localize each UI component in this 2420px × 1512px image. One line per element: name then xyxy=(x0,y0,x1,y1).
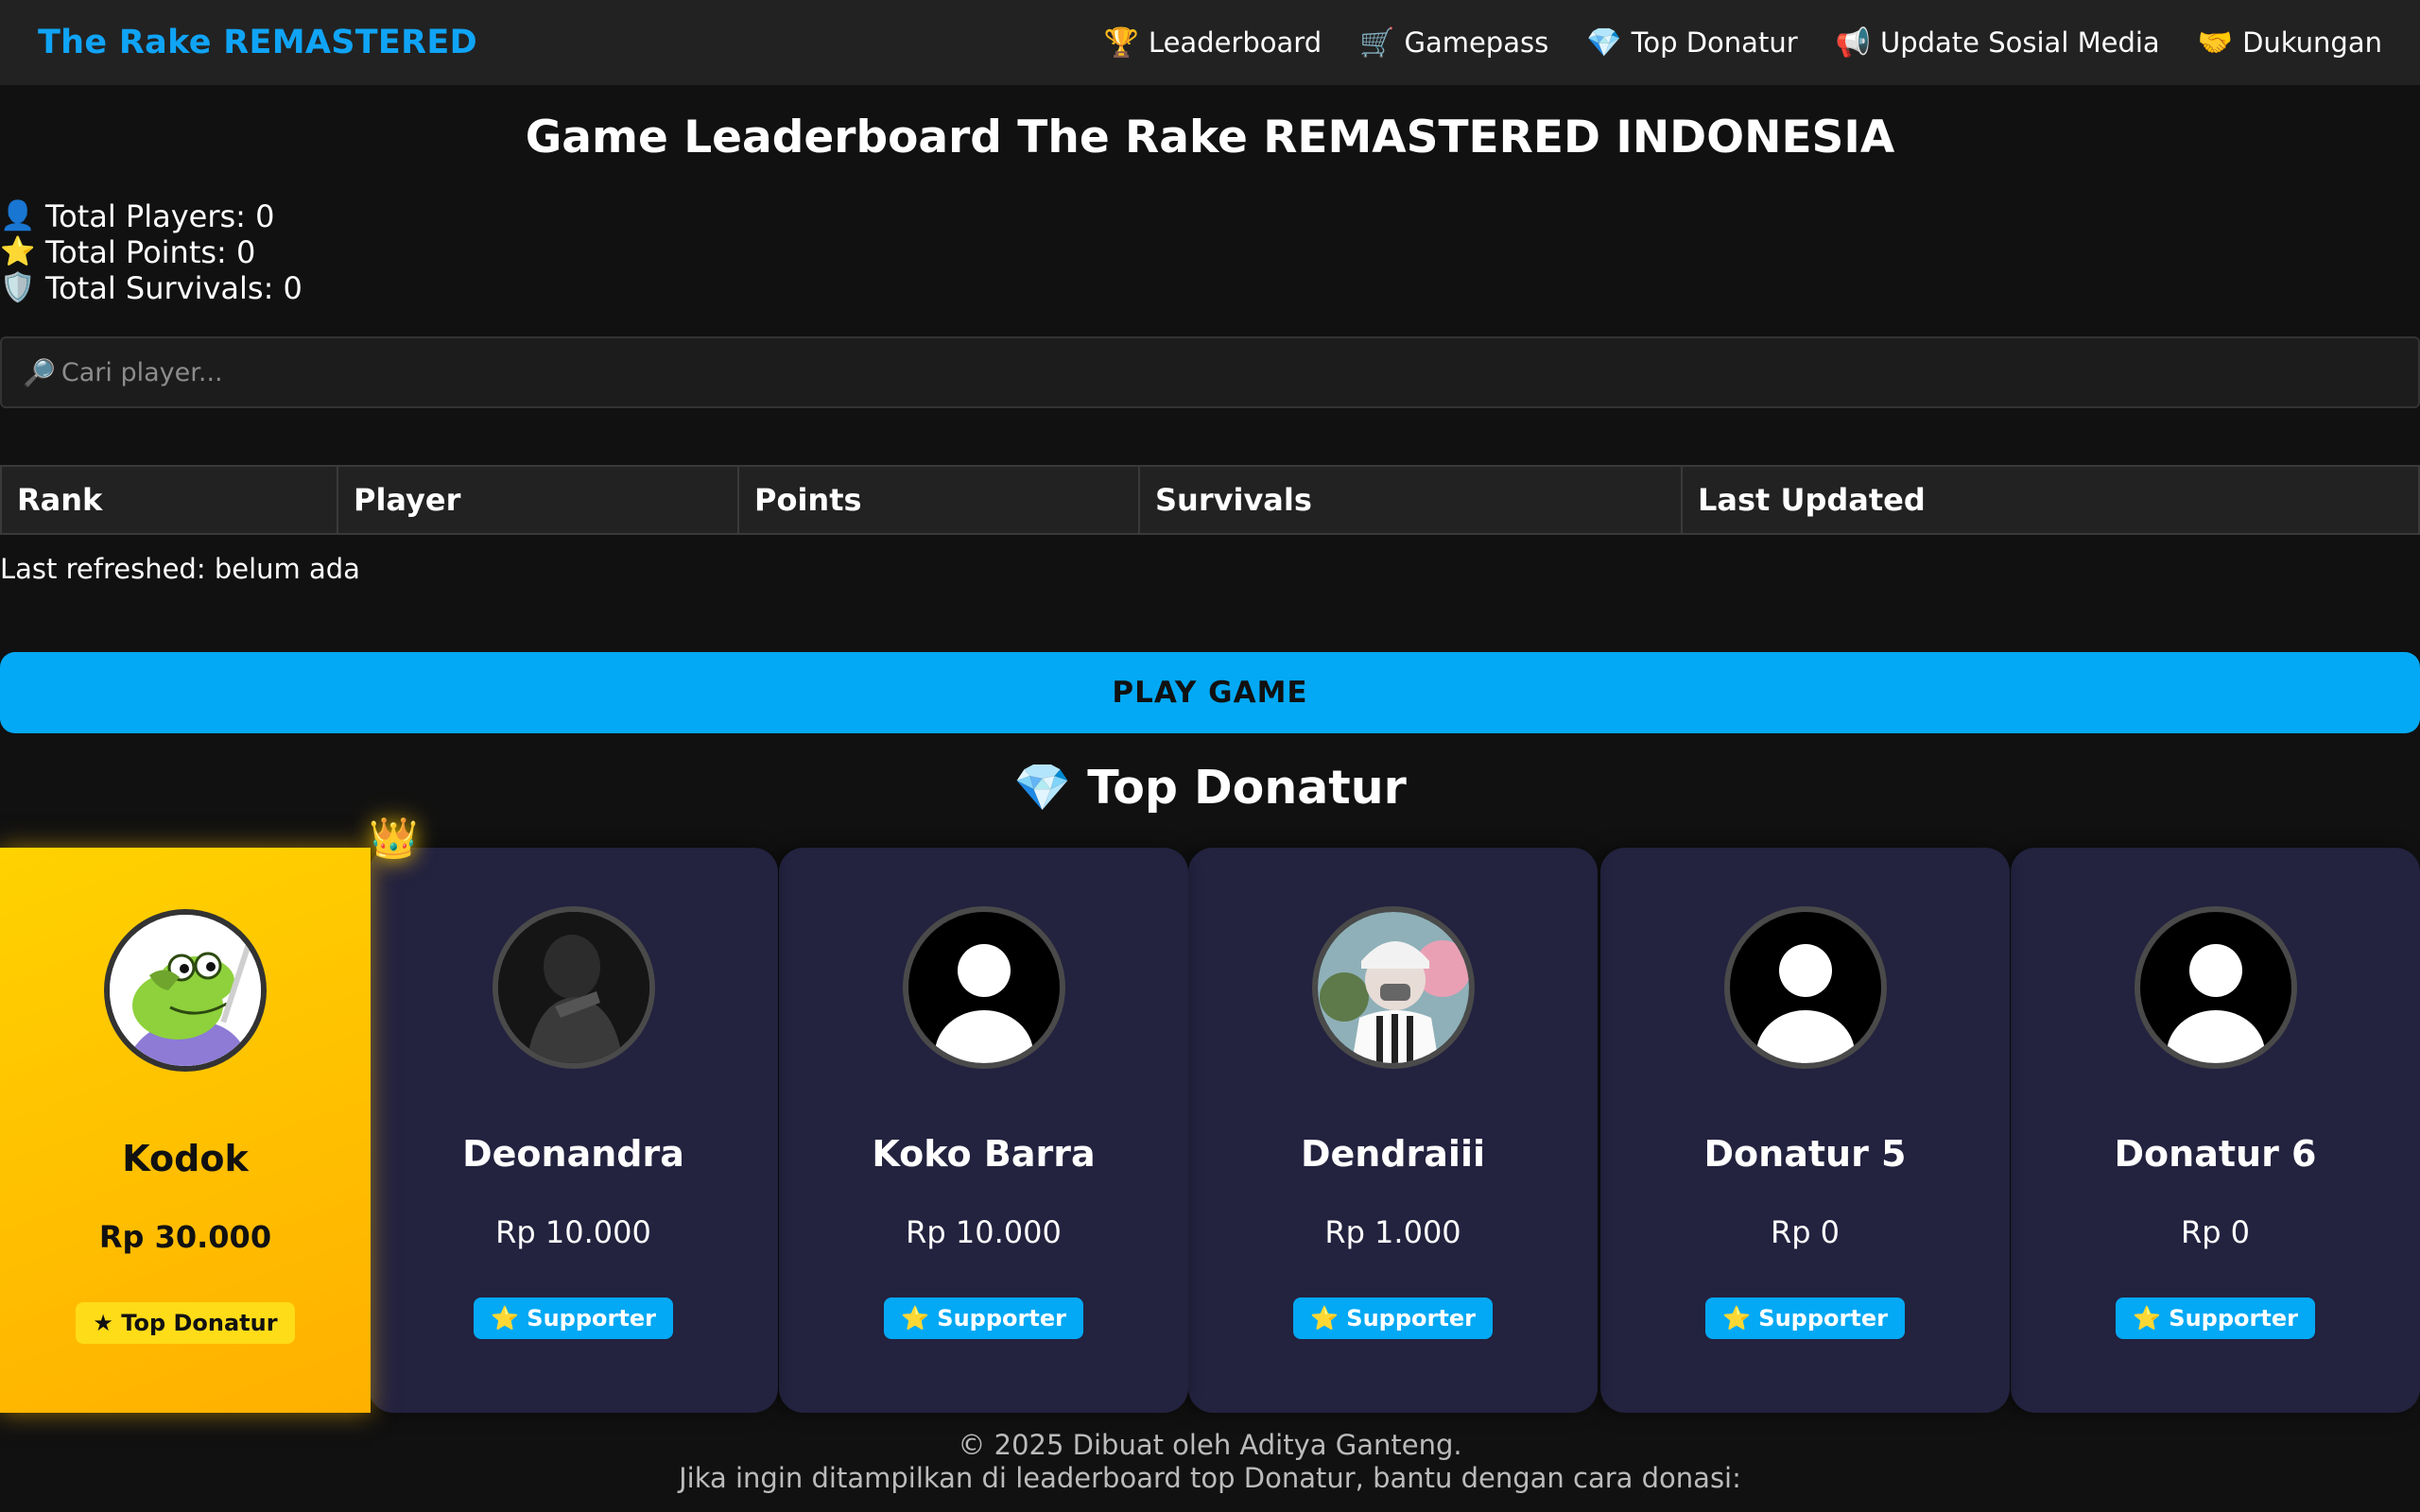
stat-total-survivals: 🛡️ Total Survivals: 0 xyxy=(0,270,302,306)
donor-name: Koko Barra xyxy=(872,1133,1096,1175)
donor-card: Donatur 5 Rp 0 ⭐ Supporter xyxy=(1600,848,2010,1413)
search-input[interactable] xyxy=(60,357,2330,387)
search-icon: 🔎 xyxy=(23,356,56,388)
nav-label: Gamepass xyxy=(1404,26,1549,59)
supporter-badge: ⭐ Supporter xyxy=(884,1297,1083,1339)
donor-card: Donatur 6 Rp 0 ⭐ Supporter xyxy=(2011,848,2420,1413)
donor-card: Deonandra Rp 10.000 ⭐ Supporter xyxy=(369,848,778,1413)
nav-label: Top Donatur xyxy=(1631,26,1798,59)
top-donatur-badge: ★ Top Donatur xyxy=(76,1302,295,1344)
default-avatar-icon xyxy=(2134,906,2297,1069)
stat-total-points: ⭐ Total Points: 0 xyxy=(0,234,256,270)
footer-copyright: © 2025 Dibuat oleh Aditya Ganteng. xyxy=(958,1429,1462,1461)
donor-name: Dendraiii xyxy=(1300,1133,1486,1175)
donor-amount: Rp 1.000 xyxy=(1324,1214,1461,1250)
star-icon: ⭐ xyxy=(0,235,36,268)
nav-label: Dukungan xyxy=(2242,26,2382,59)
play-game-button[interactable]: PLAY GAME xyxy=(0,652,2420,733)
search-box: 🔎 xyxy=(0,336,2420,408)
dark-photo-avatar-icon xyxy=(492,906,655,1069)
column-points[interactable]: Points xyxy=(737,465,1140,535)
donor-amount: Rp 30.000 xyxy=(98,1219,272,1255)
stats-panel: 👤 Total Players: 0 ⭐ Total Points: 0 🛡️ … xyxy=(0,198,302,306)
nav-gamepass[interactable]: 🛒 Gamepass xyxy=(1359,26,1548,60)
brand-logo[interactable]: The Rake REMASTERED xyxy=(38,24,477,61)
last-refreshed: Last refreshed: belum ada xyxy=(0,553,360,585)
donor-name: Donatur 5 xyxy=(1703,1133,1907,1175)
supporter-badge: ⭐ Supporter xyxy=(2116,1297,2315,1339)
column-rank[interactable]: Rank xyxy=(0,465,338,535)
donor-name: Kodok xyxy=(122,1138,249,1179)
gem-icon: 💎 xyxy=(1586,26,1622,60)
handshake-icon: 🤝 xyxy=(2197,26,2234,60)
top-donor-card: Kodok Rp 30.000 ★ Top Donatur xyxy=(0,848,371,1413)
crown-icon: 👑 xyxy=(369,815,419,861)
user-icon: 👤 xyxy=(0,199,36,232)
column-survivals[interactable]: Survivals xyxy=(1138,465,1683,535)
supporter-badge: ⭐ Supporter xyxy=(1705,1297,1905,1339)
donor-name: Donatur 6 xyxy=(2114,1133,2317,1175)
leaderboard-table: Rank Player Points Survivals Last Update… xyxy=(0,465,2420,535)
donor-amount: Rp 10.000 xyxy=(906,1214,1062,1250)
megaphone-icon: 📢 xyxy=(1835,26,1871,60)
donor-card: Koko Barra Rp 10.000 ⭐ Supporter xyxy=(779,848,1188,1413)
donor-amount: Rp 0 xyxy=(1770,1214,1841,1250)
default-avatar-icon xyxy=(1723,906,1887,1069)
donor-amount: Rp 10.000 xyxy=(495,1214,651,1250)
navbar: The Rake REMASTERED 🏆 Leaderboard 🛒 Game… xyxy=(0,0,2420,85)
stat-total-players: 👤 Total Players: 0 xyxy=(0,198,275,234)
nav-top-donatur[interactable]: 💎 Top Donatur xyxy=(1586,26,1797,60)
footer-donation-note: Jika ingin ditampilkan di leaderboard to… xyxy=(679,1462,1741,1494)
nav-links: 🏆 Leaderboard 🛒 Gamepass 💎 Top Donatur 📢… xyxy=(1066,26,2382,60)
nav-label: Update Sosial Media xyxy=(1879,26,2160,59)
donor-cards: Donatur 6 Rp 0 ⭐ Supporter Donatur 5 Rp … xyxy=(0,848,2420,1413)
frog-avatar-icon xyxy=(104,909,267,1072)
default-avatar-icon xyxy=(902,906,1065,1069)
donor-name: Deonandra xyxy=(462,1133,684,1175)
trophy-icon: 🏆 xyxy=(1103,26,1139,60)
column-player[interactable]: Player xyxy=(337,465,739,535)
supporter-badge: ⭐ Supporter xyxy=(1293,1297,1493,1339)
cart-icon: 🛒 xyxy=(1359,26,1395,60)
column-last-updated[interactable]: Last Updated xyxy=(1681,465,2420,535)
nav-leaderboard[interactable]: 🏆 Leaderboard xyxy=(1104,26,1322,60)
nav-label: Leaderboard xyxy=(1148,26,1322,59)
supporter-badge: ⭐ Supporter xyxy=(474,1297,673,1339)
table-header-row: Rank Player Points Survivals Last Update… xyxy=(0,465,2420,535)
nav-social-media[interactable]: 📢 Update Sosial Media xyxy=(1836,26,2160,60)
footer: © 2025 Dibuat oleh Aditya Ganteng. Jika … xyxy=(0,1429,2420,1495)
top-donatur-title: 💎 Top Donatur xyxy=(1013,761,1407,815)
shield-icon: 🛡️ xyxy=(0,271,36,304)
nav-dukungan[interactable]: 🤝 Dukungan xyxy=(2198,26,2382,60)
anime-avatar-icon xyxy=(1311,906,1475,1069)
donor-amount: Rp 0 xyxy=(2180,1214,2251,1250)
page-title: Game Leaderboard The Rake REMASTERED IND… xyxy=(525,112,1895,163)
donor-card: Dendraiii Rp 1.000 ⭐ Supporter xyxy=(1188,848,1598,1413)
